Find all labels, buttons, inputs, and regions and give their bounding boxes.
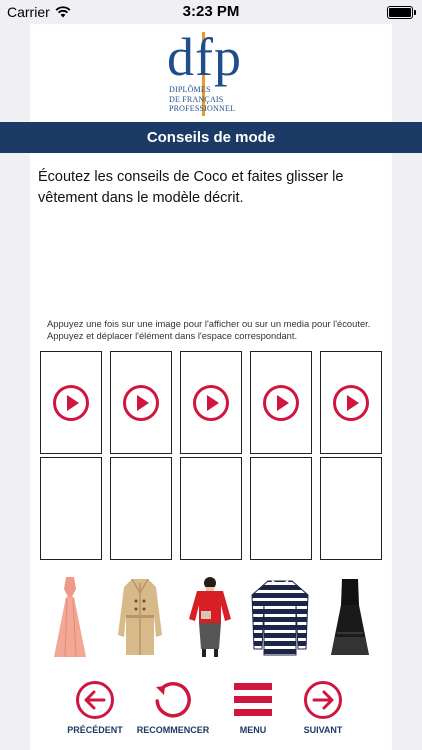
play-icon[interactable]	[332, 384, 370, 422]
drop-row	[40, 457, 382, 560]
garment-black-dress[interactable]	[318, 574, 382, 660]
garment-trench-coat[interactable]	[108, 574, 172, 660]
status-time: 3:23 PM	[182, 3, 240, 20]
play-icon[interactable]	[192, 384, 230, 422]
garment-pink-dress[interactable]	[38, 574, 102, 660]
play-icon[interactable]	[122, 384, 160, 422]
restart-icon	[155, 682, 191, 718]
audio-cell	[180, 351, 242, 454]
exercise-instructions: Écoutez les conseils de Coco et faites g…	[38, 169, 344, 206]
arrow-right-icon	[304, 681, 342, 719]
audio-row	[40, 351, 382, 454]
garment-striped-sweater[interactable]	[248, 574, 312, 660]
striped-sweater-image	[251, 580, 309, 656]
arrow-left-icon	[76, 681, 114, 719]
logo-line-2: DE FRANÇAIS	[169, 94, 224, 104]
audio-cell	[110, 351, 172, 454]
audio-cell	[320, 351, 382, 454]
play-icon[interactable]	[262, 384, 300, 422]
previous-label: PRÉCÉDENT	[67, 725, 123, 735]
black-dress-image	[331, 579, 369, 655]
audio-cell	[250, 351, 312, 454]
restart-label: RECOMMENCER	[136, 725, 210, 735]
pink-dress-image	[54, 577, 86, 658]
logo-line-3: PROFESSIONNEL	[169, 104, 236, 113]
page-title: Conseils de mode	[0, 122, 422, 153]
restart-button[interactable]: RECOMMENCER	[128, 680, 218, 735]
exercise-grid	[40, 351, 382, 563]
drop-zone[interactable]	[110, 457, 172, 560]
status-bar: Carrier 3:23 PM	[0, 0, 422, 24]
trench-coat-image	[118, 578, 162, 655]
next-label: SUIVANT	[303, 725, 343, 735]
next-button[interactable]: SUIVANT	[278, 680, 368, 735]
drop-zone[interactable]	[250, 457, 312, 560]
logo-line-1: DIPLÔMES	[169, 85, 211, 94]
drop-zone[interactable]	[180, 457, 242, 560]
drop-zone[interactable]	[320, 457, 382, 560]
dfp-logo: dfp DIPLÔMES DE FRANÇAIS PROFESSIONNEL	[167, 27, 257, 118]
audio-cell	[40, 351, 102, 454]
red-sweater-image	[189, 577, 231, 657]
exercise-hint: Appuyez une fois sur une image pour l'af…	[47, 318, 371, 341]
bottom-navbar: PRÉCÉDENT RECOMMENCER MENU SUIVANT	[30, 680, 392, 740]
logo-letters: dfp	[167, 27, 242, 87]
garment-tray	[38, 574, 382, 660]
drop-zone[interactable]	[40, 457, 102, 560]
play-icon[interactable]	[52, 384, 90, 422]
menu-icon	[234, 683, 272, 716]
garment-red-sweater-outfit[interactable]	[178, 574, 242, 660]
battery-icon	[387, 6, 416, 19]
logo-subtitle: DIPLÔMES DE FRANÇAIS PROFESSIONNEL	[169, 85, 235, 114]
previous-button[interactable]: PRÉCÉDENT	[50, 680, 140, 735]
